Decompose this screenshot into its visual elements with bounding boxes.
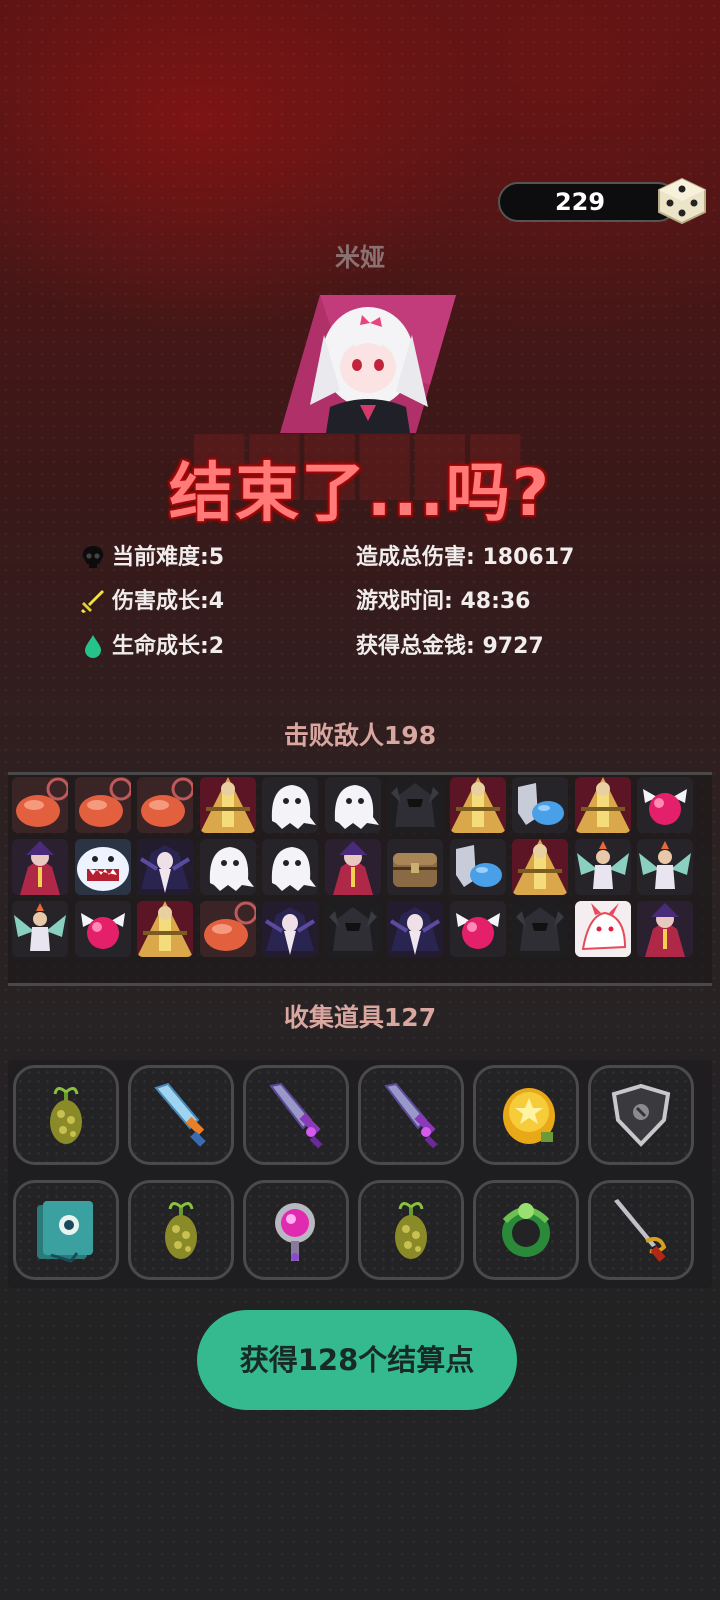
enemy-dark-knight-icon <box>324 901 381 957</box>
item-gold-coin-pouch-icon[interactable] <box>473 1065 579 1165</box>
enemy-pink-orb-icon <box>449 901 506 957</box>
enemy-pink-orb-icon <box>637 777 693 833</box>
enemy-yeti-icon <box>74 839 131 895</box>
result-title: 结束了...吗? <box>168 457 552 531</box>
stat-total-damage: 造成总伤害: 180617 <box>356 545 575 570</box>
item-jade-ring-icon[interactable] <box>473 1180 579 1280</box>
item-rapier-icon[interactable] <box>588 1180 694 1280</box>
claim-points-button[interactable]: 获得128个结算点 <box>197 1310 517 1410</box>
enemy-golden-warrior-icon <box>137 901 193 957</box>
item-dark-shield-icon[interactable] <box>588 1065 694 1165</box>
skull-icon <box>80 544 106 570</box>
currency-value: 229 <box>554 188 606 216</box>
item-ice-sword-icon[interactable] <box>128 1065 234 1165</box>
enemy-golden-warrior-icon <box>512 839 568 895</box>
enemy-dark-knight-icon <box>512 901 568 957</box>
enemy-ghost-icon <box>262 839 318 895</box>
enemy-dark-knight-icon <box>387 777 443 833</box>
enemy-golden-warrior-icon <box>449 777 506 833</box>
item-purple-sword-icon[interactable] <box>358 1065 464 1165</box>
stat-life-growth: 生命成长:2 <box>80 632 224 662</box>
enemy-white-fox-icon <box>574 901 631 957</box>
stat-difficulty: 当前难度:5 <box>80 543 224 573</box>
enemy-purple-mage-icon <box>324 839 381 895</box>
hero-portrait <box>280 295 456 433</box>
stat-play-time: 游戏时间: 48:36 <box>356 589 531 614</box>
enemy-chest-mimic-icon <box>387 839 443 895</box>
items-title: 收集道具127 <box>283 1003 437 1032</box>
item-eye-book-icon[interactable] <box>13 1180 119 1280</box>
item-orb-staff-icon[interactable] <box>243 1180 349 1280</box>
droplet-icon <box>80 633 106 659</box>
enemy-shield-slime-icon <box>512 777 568 833</box>
stat-difficulty-text: 当前难度:5 <box>112 545 225 570</box>
enemy-slime-icon <box>12 777 68 833</box>
enemy-dark-witch-icon <box>387 901 443 957</box>
enemy-ghost-icon <box>262 777 318 833</box>
enemy-pink-orb-icon <box>74 901 131 957</box>
enemy-winged-archer-icon <box>12 901 68 957</box>
enemy-ghost-icon <box>324 777 381 833</box>
enemy-slime-icon <box>74 777 131 833</box>
hero-name: 米娅 <box>334 243 385 272</box>
enemy-dark-witch-icon <box>137 839 193 895</box>
enemies-title: 击败敌人198 <box>283 721 437 750</box>
enemy-slime-icon <box>137 777 193 833</box>
item-spore-plant-icon[interactable] <box>13 1065 119 1165</box>
enemy-shield-slime-icon <box>449 839 506 895</box>
stat-damage-growth: 伤害成长:4 <box>80 587 224 617</box>
enemy-winged-archer-icon <box>574 839 631 895</box>
currency-display: 229 <box>498 182 678 222</box>
stat-damage-growth-text: 伤害成长:4 <box>112 589 225 614</box>
enemy-purple-mage-icon <box>12 839 68 895</box>
item-spore-plant-icon[interactable] <box>128 1180 234 1280</box>
item-spore-plant-icon[interactable] <box>358 1180 464 1280</box>
enemy-slime-icon <box>199 901 256 957</box>
enemy-winged-archer-icon <box>637 839 693 895</box>
enemy-purple-mage-icon <box>637 901 693 957</box>
stat-life-growth-text: 生命成长:2 <box>112 634 225 659</box>
dice-icon <box>655 176 709 226</box>
stat-total-gold: 获得总金钱: 9727 <box>356 634 544 659</box>
enemy-golden-warrior-icon <box>574 777 631 833</box>
enemy-golden-warrior-icon <box>199 777 256 833</box>
enemy-dark-witch-icon <box>262 901 318 957</box>
enemy-ghost-icon <box>199 839 256 895</box>
item-purple-sword-icon[interactable] <box>243 1065 349 1165</box>
sword-icon <box>80 588 106 614</box>
